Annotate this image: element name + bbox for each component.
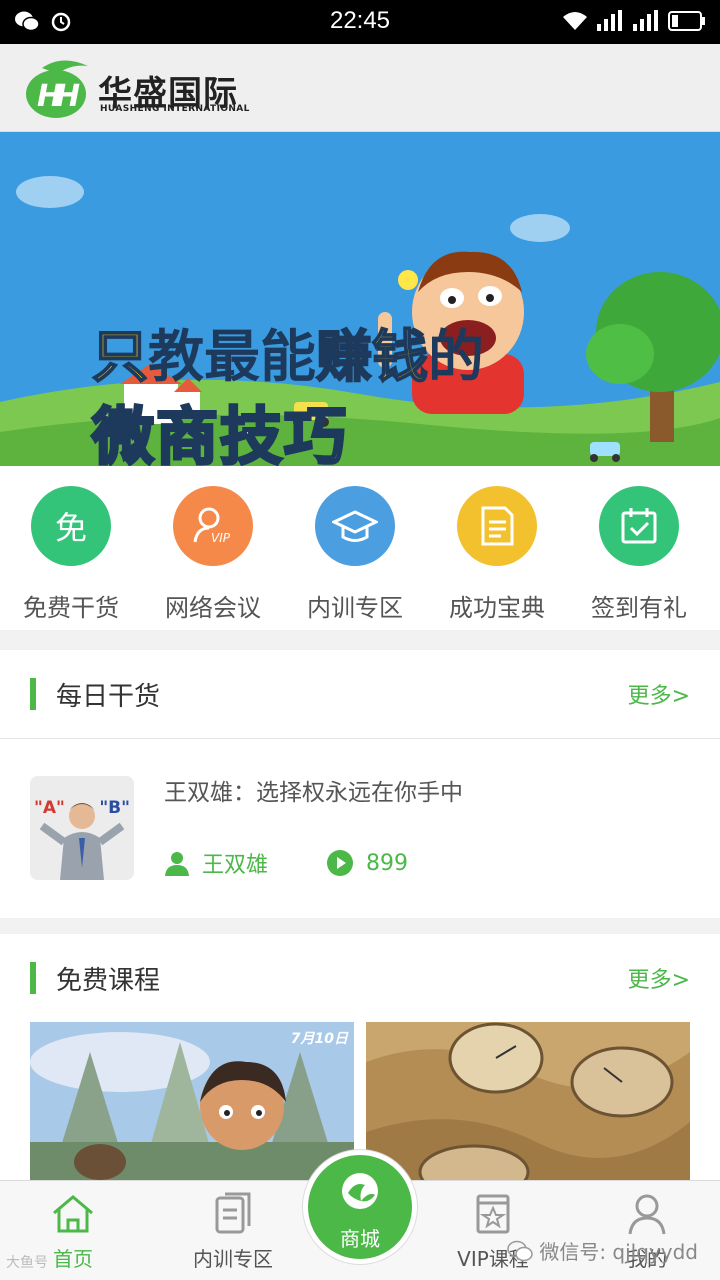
user-outline-icon xyxy=(587,1191,707,1237)
daily-header: 每日干货 更多> xyxy=(0,650,720,738)
vip-user-icon: VIP xyxy=(173,486,253,566)
quick-item-free[interactable]: 免 免费干货 xyxy=(0,486,142,623)
course-card-time[interactable] xyxy=(366,1022,690,1182)
article-author: 王双雄 xyxy=(202,853,269,878)
daily-section: 每日干货 更多> "A" "B" 王双雄：选择权永远在你手中 王双雄 899 xyxy=(0,650,720,918)
thumb-label-b: "B" xyxy=(99,798,130,818)
thumb-label-a: "A" xyxy=(34,798,65,818)
logo-icon: H H xyxy=(26,60,88,118)
mall-logo-icon xyxy=(342,1173,378,1209)
app-header: H H 华盛国际 HUASHENG INTERNATIONAL xyxy=(0,44,720,132)
tab-mall-label: 商城 xyxy=(340,1227,380,1251)
promo-banner[interactable]: 只教最能赚钱的 微商技巧 xyxy=(0,132,720,466)
watermark-left: 大鱼号 xyxy=(6,1255,48,1271)
courses-header: 免费课程 更多> xyxy=(0,934,720,1022)
banner-headline: 只教最能赚钱的 xyxy=(91,312,484,393)
quick-item-meeting[interactable]: VIP 网络会议 xyxy=(142,486,284,623)
logo-subtext: HUASHENG INTERNATIONAL xyxy=(100,104,250,114)
course-date-badge: 7月10日 xyxy=(290,1031,348,1047)
wechat-watermark-icon xyxy=(507,1240,534,1261)
course-card-cartoon[interactable]: 7月10日 xyxy=(30,1022,354,1182)
article-title: 王双雄：选择权永远在你手中 xyxy=(164,780,463,806)
tab-training[interactable]: 内训专区 xyxy=(173,1191,293,1272)
documents-icon xyxy=(173,1191,293,1237)
user-icon xyxy=(164,850,190,876)
banner-headline-d: 的 xyxy=(428,325,484,390)
tab-mall-button[interactable]: 商城 xyxy=(303,1150,417,1264)
banner-headline-c: 赚钱 xyxy=(315,324,429,391)
battery-icon xyxy=(668,11,705,31)
svg-text:VIP: VIP xyxy=(211,531,231,545)
section-accent xyxy=(30,962,36,994)
banner-headline-b: 教最能 xyxy=(148,325,316,390)
banner-subheadline: 微商技巧 xyxy=(90,399,349,467)
graduation-cap-icon xyxy=(315,486,395,566)
quick-label-checkin: 签到有礼 xyxy=(591,594,687,622)
section-accent xyxy=(30,678,36,710)
home-icon xyxy=(13,1191,133,1237)
star-book-icon xyxy=(433,1191,553,1237)
quick-item-checkin[interactable]: 签到有礼 xyxy=(568,486,710,623)
quick-menu: 免 免费干货 VIP 网络会议 内训专区 成功宝典 签到有礼 xyxy=(0,466,720,630)
article-play-count: 899 xyxy=(366,850,409,876)
article-meta: 王双雄 899 xyxy=(164,847,408,879)
daily-more-link[interactable]: 更多> xyxy=(628,678,690,710)
banner-headline-a: 只 xyxy=(91,324,149,391)
signal-icon xyxy=(597,10,622,31)
watermark-right-text: 微信号: qjlqyydd xyxy=(539,1240,698,1264)
status-bar: 22:45 xyxy=(0,0,720,44)
quick-item-training[interactable]: 内训专区 xyxy=(284,486,426,623)
watermark-right: 微信号: qjlqyydd xyxy=(507,1236,698,1265)
quick-label-handbook: 成功宝典 xyxy=(449,594,545,622)
courses-more-link[interactable]: 更多> xyxy=(628,962,690,994)
document-icon xyxy=(457,486,537,566)
daily-title: 每日干货 xyxy=(56,682,161,712)
quick-label-meeting: 网络会议 xyxy=(165,594,261,622)
article-thumbnail: "A" "B" xyxy=(30,776,134,880)
courses-title: 免费课程 xyxy=(56,966,161,996)
quick-label-training: 内训专区 xyxy=(307,594,403,622)
svg-text:H: H xyxy=(55,79,80,114)
quick-item-handbook[interactable]: 成功宝典 xyxy=(426,486,568,623)
article-item[interactable]: "A" "B" 王双雄：选择权永远在你手中 王双雄 899 xyxy=(0,739,720,917)
status-right-icons xyxy=(562,10,706,32)
free-icon: 免 xyxy=(31,486,111,566)
tab-training-label: 内训专区 xyxy=(193,1247,273,1271)
play-icon xyxy=(326,849,354,877)
quick-label-free: 免费干货 xyxy=(23,594,119,622)
signal-2-icon xyxy=(633,10,658,31)
calendar-check-icon xyxy=(599,486,679,566)
courses-section: 免费课程 更多> 7月10日 xyxy=(0,934,720,1182)
wifi-icon xyxy=(563,12,587,30)
